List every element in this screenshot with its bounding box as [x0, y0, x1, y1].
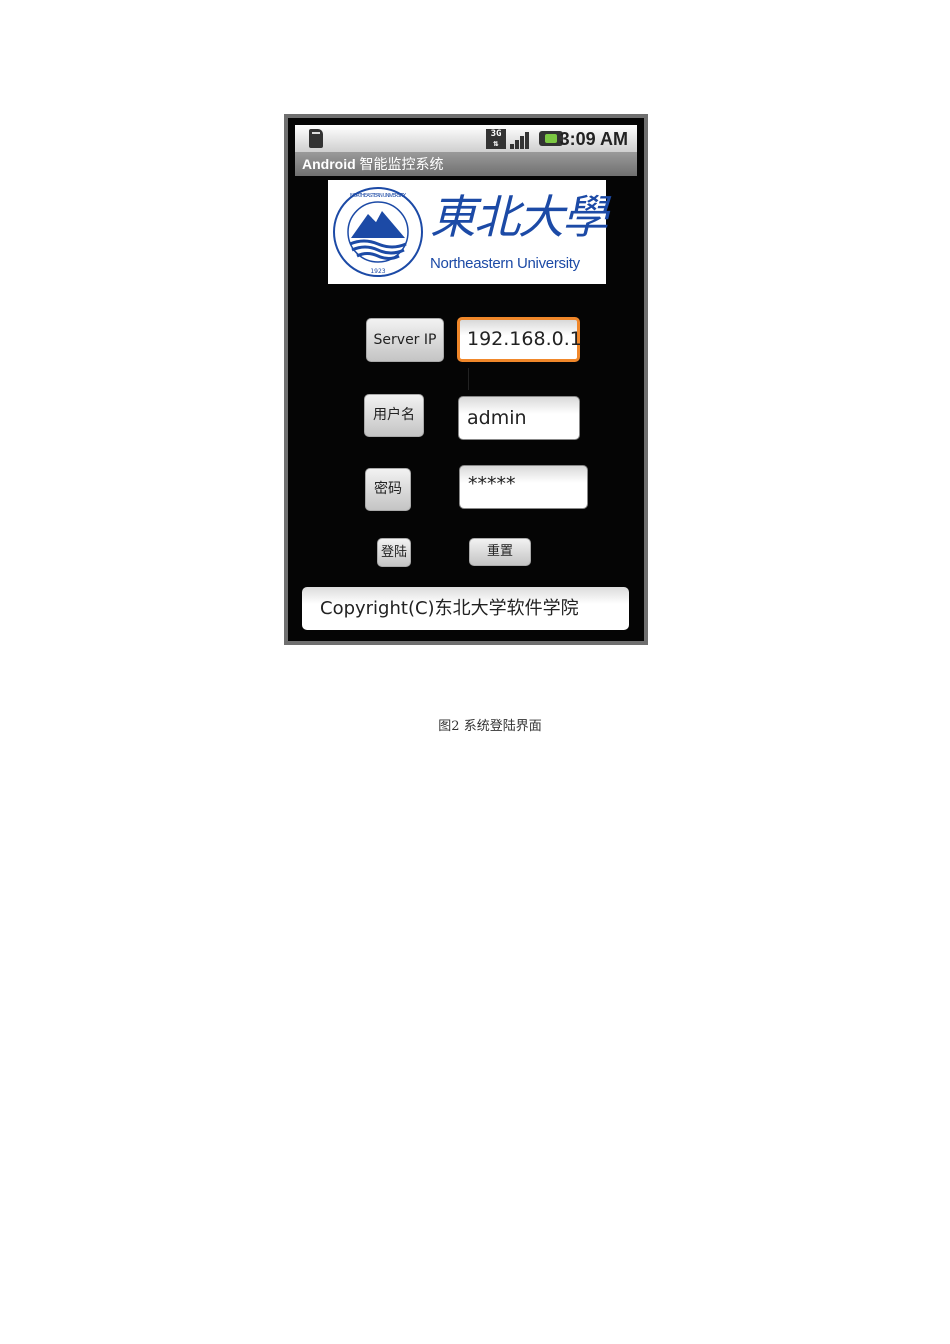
login-button[interactable]: 登陆 — [377, 538, 411, 567]
status-bar: 3G ⇅ 3:09 AM — [295, 125, 637, 152]
figure-caption: 图2 系统登陆界面 — [438, 719, 542, 734]
app-title-bar: Android 智能监控系统 — [295, 152, 637, 176]
server-ip-label-button[interactable]: Server IP — [366, 318, 444, 362]
password-value: ***** — [468, 473, 516, 495]
phone-frame: 3G ⇅ 3:09 AM Android 智能监控系统 1923 NORTHEA… — [284, 114, 648, 645]
copyright-field: Copyright(C)东北大学软件学院 — [302, 587, 629, 630]
university-logo: 1923 NORTHEASTERN UNIVERSITY 東北大學 Northe… — [328, 180, 608, 284]
text-cursor — [468, 367, 469, 390]
seal-ring-text: NORTHEASTERN UNIVERSITY — [350, 193, 407, 199]
server-ip-input[interactable]: 192.168.0.1 — [457, 317, 582, 390]
app-title-text: 智能监控系统 — [355, 156, 444, 172]
status-clock: 3:09 AM — [559, 129, 628, 149]
3g-data-icon: 3G ⇅ — [486, 129, 506, 149]
password-input[interactable]: ***** — [459, 465, 588, 509]
university-seal-icon: 1923 NORTHEASTERN UNIVERSITY — [333, 187, 423, 277]
reset-button[interactable]: 重置 — [469, 538, 531, 566]
phone-screen: 3G ⇅ 3:09 AM Android 智能监控系统 1923 NORTHEA… — [288, 118, 644, 641]
username-input[interactable]: admin — [458, 396, 580, 440]
seal-year: 1923 — [370, 268, 385, 275]
university-name-chinese: 東北大學 — [430, 190, 608, 244]
signal-icon — [510, 129, 532, 149]
sd-card-icon — [309, 129, 323, 148]
app-title-brand: Android — [302, 156, 356, 172]
university-name-english: Northeastern University — [430, 255, 580, 272]
username-label-button[interactable]: 用户名 — [364, 394, 424, 437]
password-label-button[interactable]: 密码 — [365, 468, 411, 511]
server-ip-value: 192.168.0.1 — [467, 328, 582, 350]
username-value: admin — [467, 407, 527, 429]
network-type-label: 3G — [490, 129, 502, 139]
